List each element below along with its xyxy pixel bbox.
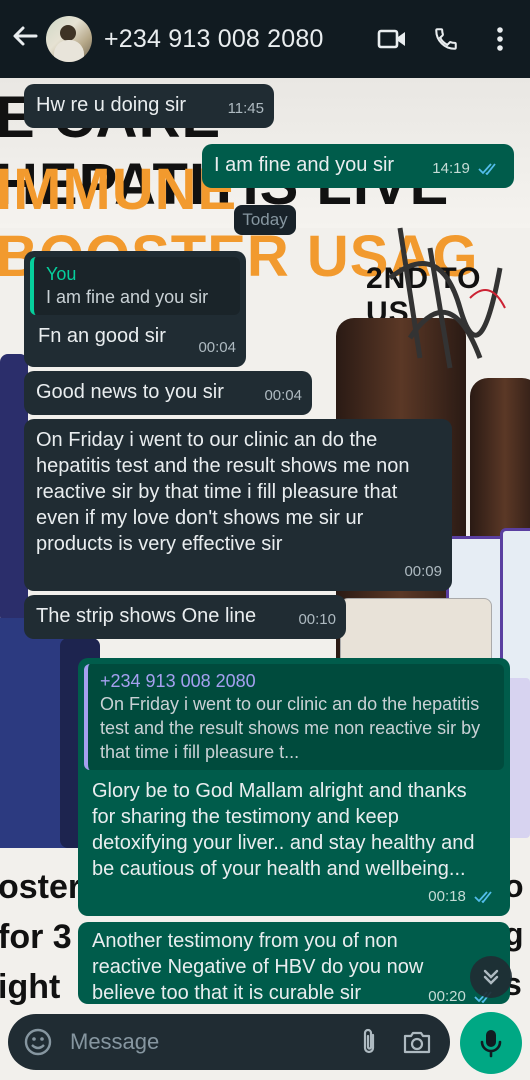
- phone-icon[interactable]: [428, 21, 464, 57]
- message-time: 11:45: [227, 100, 264, 117]
- chat-header: +234 913 008 2080: [0, 0, 530, 78]
- message-time: 00:20: [428, 988, 466, 1004]
- message-time: 00:04: [198, 339, 236, 356]
- quoted-text: I am fine and you sir: [46, 287, 209, 307]
- message-time: 00:09: [404, 563, 442, 580]
- read-tick-icon: [478, 163, 496, 176]
- message-incoming-reply[interactable]: You I am fine and you sir Fn an good sir…: [24, 251, 246, 367]
- attach-icon[interactable]: [354, 1027, 384, 1057]
- message-outgoing-reply[interactable]: +234 913 008 2080 On Friday i went to ou…: [78, 658, 510, 916]
- back-arrow-icon[interactable]: [10, 21, 44, 57]
- wallpaper-word-3: ight: [0, 968, 61, 1006]
- message-input[interactable]: Message: [70, 1029, 354, 1055]
- wallpaper-word-2: for 3: [0, 918, 72, 956]
- quoted-sender: You: [46, 264, 77, 284]
- message-time: 00:04: [264, 387, 302, 404]
- message-text: The strip shows One line: [36, 605, 257, 627]
- message-text: Good news to you sir: [36, 381, 224, 403]
- camera-icon[interactable]: [402, 1027, 432, 1057]
- date-separator: Today: [234, 205, 296, 235]
- message-outgoing[interactable]: I am fine and you sir 14:19: [202, 144, 514, 188]
- message-incoming[interactable]: Good news to you sir 00:04: [24, 371, 312, 415]
- mic-icon: [480, 1030, 502, 1058]
- avatar[interactable]: [46, 16, 92, 62]
- message-incoming[interactable]: Hw re u doing sir 11:45: [24, 84, 274, 128]
- voice-record-button[interactable]: [460, 1012, 522, 1074]
- message-text: Another testimony from you of non reacti…: [92, 930, 424, 1004]
- video-call-icon[interactable]: [374, 21, 410, 57]
- emoji-icon[interactable]: [22, 1026, 54, 1058]
- read-tick-icon: [474, 891, 492, 904]
- message-incoming[interactable]: The strip shows One line 00:10: [24, 595, 346, 639]
- contact-name[interactable]: +234 913 008 2080: [104, 25, 374, 54]
- wallpaper-word-1: oster: [0, 868, 82, 906]
- message-time: 14:19: [432, 160, 470, 177]
- quoted-message[interactable]: You I am fine and you sir: [30, 257, 240, 315]
- message-time: 00:18: [428, 888, 466, 905]
- scroll-to-bottom-button[interactable]: [470, 956, 512, 998]
- message-time: 00:10: [298, 611, 336, 628]
- message-outgoing[interactable]: Another testimony from you of non reacti…: [78, 922, 510, 1004]
- message-text: On Friday i went to our clinic an do the…: [36, 429, 410, 555]
- chevron-double-down-icon: [483, 969, 499, 985]
- message-incoming[interactable]: On Friday i went to our clinic an do the…: [24, 419, 452, 591]
- quoted-sender: +234 913 008 2080: [100, 671, 256, 691]
- quoted-message[interactable]: +234 913 008 2080 On Friday i went to ou…: [84, 664, 504, 770]
- more-vert-icon[interactable]: [482, 21, 518, 57]
- signature-scribble: [388, 227, 506, 369]
- message-composer: Message: [8, 1014, 450, 1070]
- message-text: Glory be to God Mallam alright and thank…: [92, 780, 475, 880]
- quoted-text: On Friday i went to our clinic an do the…: [100, 694, 481, 762]
